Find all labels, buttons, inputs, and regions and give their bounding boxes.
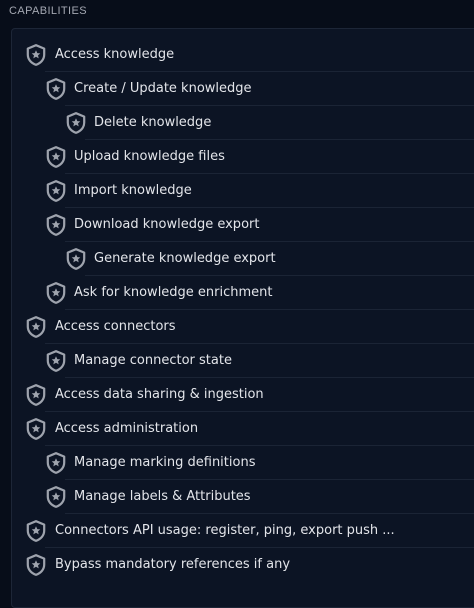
shield-star-icon bbox=[46, 146, 66, 168]
capability-label: Access data sharing & ingestion bbox=[55, 387, 264, 402]
shield-star-icon bbox=[26, 554, 46, 576]
shield-star-icon bbox=[26, 418, 46, 440]
capability-item: Create / Update knowledge bbox=[0, 72, 474, 106]
shield-star-icon bbox=[46, 452, 66, 474]
capability-item: Access knowledge bbox=[0, 38, 474, 72]
capability-item: Access connectors bbox=[0, 310, 474, 344]
shield-star-icon bbox=[26, 316, 46, 338]
capability-label: Create / Update knowledge bbox=[74, 81, 252, 96]
shield-star-icon bbox=[46, 214, 66, 236]
shield-star-icon bbox=[26, 44, 46, 66]
capability-label: Ask for knowledge enrichment bbox=[74, 285, 273, 300]
shield-star-icon bbox=[46, 282, 66, 304]
shield-star-icon bbox=[46, 486, 66, 508]
shield-star-icon bbox=[66, 248, 86, 270]
shield-star-icon bbox=[66, 112, 86, 134]
capability-label: Import knowledge bbox=[74, 183, 192, 198]
capability-item: Manage connector state bbox=[0, 344, 474, 378]
capability-label: Manage marking definitions bbox=[74, 455, 256, 470]
capability-label: Access connectors bbox=[55, 319, 176, 334]
capability-item: Ask for knowledge enrichment bbox=[0, 276, 474, 310]
capability-item: Upload knowledge files bbox=[0, 140, 474, 174]
capability-item: Delete knowledge bbox=[0, 106, 474, 140]
capability-label: Connectors API usage: register, ping, ex… bbox=[55, 523, 395, 538]
section-title: CAPABILITIES bbox=[9, 5, 87, 17]
shield-star-icon bbox=[46, 78, 66, 100]
capability-label: Generate knowledge export bbox=[94, 251, 276, 266]
capability-label: Manage connector state bbox=[74, 353, 232, 368]
capability-item: Manage marking definitions bbox=[0, 446, 474, 480]
capability-item: Bypass mandatory references if any bbox=[0, 548, 474, 582]
capability-item: Connectors API usage: register, ping, ex… bbox=[0, 514, 474, 548]
capability-item: Access administration bbox=[0, 412, 474, 446]
capability-item: Import knowledge bbox=[0, 174, 474, 208]
capability-item: Generate knowledge export bbox=[0, 242, 474, 276]
capabilities-list: Access knowledge Create / Update knowledg… bbox=[0, 38, 474, 582]
shield-star-icon bbox=[46, 180, 66, 202]
capability-item: Manage labels & Attributes bbox=[0, 480, 474, 514]
capability-label: Delete knowledge bbox=[94, 115, 212, 130]
capability-label: Download knowledge export bbox=[74, 217, 260, 232]
capability-item: Access data sharing & ingestion bbox=[0, 378, 474, 412]
shield-star-icon bbox=[46, 350, 66, 372]
capability-label: Access administration bbox=[55, 421, 199, 436]
capability-label: Access knowledge bbox=[55, 47, 175, 62]
shield-star-icon bbox=[26, 520, 46, 542]
shield-star-icon bbox=[26, 384, 46, 406]
capability-item: Download knowledge export bbox=[0, 208, 474, 242]
capability-label: Bypass mandatory references if any bbox=[55, 557, 291, 572]
capability-label: Manage labels & Attributes bbox=[74, 489, 251, 504]
capability-label: Upload knowledge files bbox=[74, 149, 225, 164]
